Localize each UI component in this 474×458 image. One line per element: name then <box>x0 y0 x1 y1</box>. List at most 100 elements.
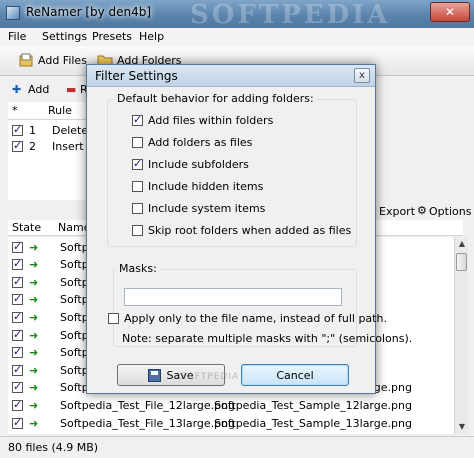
options-button[interactable]: Options <box>429 205 471 218</box>
file-row[interactable]: ➜ Softpedia_Test_File_12large.pngSoftpedi… <box>12 397 452 413</box>
option-label: Add files within folders <box>148 114 274 127</box>
cancel-button[interactable]: Cancel <box>241 364 349 386</box>
status-bar: 80 files (4.9 MB) <box>0 436 474 458</box>
masks-label: Masks: <box>116 262 160 275</box>
export-button[interactable]: Export <box>379 205 415 218</box>
watermark-text: SOFTPEDIA <box>190 0 391 30</box>
option-checkbox[interactable] <box>132 113 143 126</box>
masks-note: Note: separate multiple masks with ";" (… <box>122 332 413 345</box>
masks-group: Masks: Apply only to the file name, inst… <box>108 262 412 347</box>
scroll-down-icon[interactable]: ▼ <box>455 420 469 434</box>
file-checkbox[interactable] <box>12 310 23 323</box>
window-close-button[interactable]: ✕ <box>430 2 470 22</box>
rule-number: 2 <box>29 139 36 153</box>
menu-presets[interactable]: Presets <box>92 30 132 43</box>
option-skip-root-folders[interactable]: Skip root folders when added as files <box>132 224 351 237</box>
masks-input[interactable] <box>124 288 342 306</box>
option-include-system-items[interactable]: Include system items <box>132 202 265 215</box>
file-checkbox[interactable] <box>12 416 23 429</box>
scroll-thumb[interactable] <box>456 253 467 271</box>
file-row[interactable]: ➜ Softpedia_Test_File_13large.pngSoftpedi… <box>12 415 452 431</box>
file-new-name: Softpedia_Test_Sample_13large.png <box>214 416 412 430</box>
file-checkbox[interactable] <box>12 398 23 411</box>
file-name: Softpedia_Test_File_12large.png <box>60 398 236 412</box>
window-title: ReNamer [by den4b] <box>26 5 152 19</box>
dialog-title: Filter Settings <box>95 69 178 83</box>
files-col-state[interactable]: State <box>12 221 41 234</box>
option-add-folders-as-files[interactable]: Add folders as files <box>132 136 252 149</box>
file-checkbox[interactable] <box>12 380 23 394</box>
rule-checkbox[interactable] <box>12 123 23 136</box>
file-checkbox[interactable] <box>12 257 23 271</box>
state-arrow-icon: ➜ <box>29 346 39 360</box>
add-rule-button[interactable]: Add <box>28 83 49 96</box>
files-toolbar: Export ⚙ Options <box>373 202 474 220</box>
rule-checkbox[interactable] <box>12 139 23 152</box>
app-icon <box>6 6 20 20</box>
option-include-subfolders[interactable]: Include subfolders <box>132 157 249 171</box>
option-checkbox[interactable] <box>132 157 143 170</box>
option-label: Include hidden items <box>148 180 264 193</box>
state-arrow-icon: ➜ <box>29 240 39 254</box>
menu-help[interactable]: Help <box>139 30 164 43</box>
dialog-watermark-text: SOFTPEDIA <box>180 372 240 382</box>
option-add-files-within-folders[interactable]: Add files within folders <box>132 113 274 127</box>
remove-rule-icon: ▬ <box>66 83 77 96</box>
add-rule-icon: ✚ <box>12 83 22 96</box>
option-checkbox[interactable] <box>132 181 143 192</box>
option-checkbox[interactable] <box>108 313 119 324</box>
menu-settings[interactable]: Settings <box>42 30 87 43</box>
state-arrow-icon: ➜ <box>29 416 39 430</box>
rules-col-rule[interactable]: Rule <box>48 104 72 117</box>
dialog-title-bar: Filter Settings x <box>87 65 375 87</box>
file-checkbox[interactable] <box>12 345 23 359</box>
rules-header: * Rule <box>8 102 98 120</box>
options-icon: ⚙ <box>417 204 427 217</box>
option-checkbox[interactable] <box>132 137 143 148</box>
menu-bar: File Settings Presets Help <box>0 28 474 46</box>
add-files-label: Add Files <box>38 53 87 67</box>
add-files-button[interactable]: Add Files <box>18 52 87 68</box>
file-checkbox[interactable] <box>12 363 23 376</box>
option-label: Apply only to the file name, instead of … <box>124 312 387 325</box>
menu-file[interactable]: File <box>8 30 26 43</box>
option-label: Add folders as files <box>148 136 253 149</box>
state-arrow-icon: ➜ <box>29 381 39 395</box>
rule-row[interactable]: 1 Delete <box>12 122 88 138</box>
file-checkbox[interactable] <box>12 240 23 253</box>
state-arrow-icon: ➜ <box>29 275 39 289</box>
state-arrow-icon: ➜ <box>29 398 39 412</box>
folder-behavior-group: Default behavior for adding folders: Add… <box>107 92 357 247</box>
dialog-close-icon[interactable]: x <box>354 68 370 83</box>
filter-settings-dialog: Filter Settings x Default behavior for a… <box>86 64 412 394</box>
state-arrow-icon: ➜ <box>29 363 39 377</box>
file-checkbox[interactable] <box>12 275 23 288</box>
floppy-disk-icon <box>148 368 162 382</box>
title-bar: ReNamer [by den4b] SOFTPEDIA ✕ <box>0 0 474 30</box>
file-name: Softpedia_Test_File_13large.png <box>60 416 236 430</box>
option-label: Skip root folders when added as files <box>148 224 352 237</box>
scroll-up-icon[interactable]: ▲ <box>455 237 469 251</box>
state-arrow-icon: ➜ <box>29 328 39 342</box>
add-files-icon <box>18 52 34 68</box>
state-arrow-icon: ➜ <box>29 258 39 272</box>
option-label: Include system items <box>148 202 266 215</box>
file-checkbox[interactable] <box>12 328 23 341</box>
files-scrollbar[interactable]: ▲ ▼ <box>454 237 468 434</box>
folder-behavior-label: Default behavior for adding folders: <box>114 92 317 105</box>
option-checkbox[interactable] <box>132 225 143 236</box>
state-arrow-icon: ➜ <box>29 293 39 307</box>
option-include-hidden-items[interactable]: Include hidden items <box>132 180 263 193</box>
file-checkbox[interactable] <box>12 292 23 306</box>
option-label: Include subfolders <box>148 158 249 171</box>
rule-number: 1 <box>29 123 36 137</box>
file-new-name: Softpedia_Test_Sample_12large.png <box>214 398 412 412</box>
rules-col-star[interactable]: * <box>12 104 18 117</box>
option-apply-only-file-name[interactable]: Apply only to the file name, instead of … <box>108 312 387 325</box>
rule-row[interactable]: 2 Insert <box>12 138 84 154</box>
option-checkbox[interactable] <box>132 203 143 214</box>
rules-list: 1 Delete 2 Insert <box>8 120 98 200</box>
state-arrow-icon: ➜ <box>29 310 39 324</box>
rule-name: Delete <box>52 123 89 137</box>
rule-name: Insert <box>52 139 84 153</box>
